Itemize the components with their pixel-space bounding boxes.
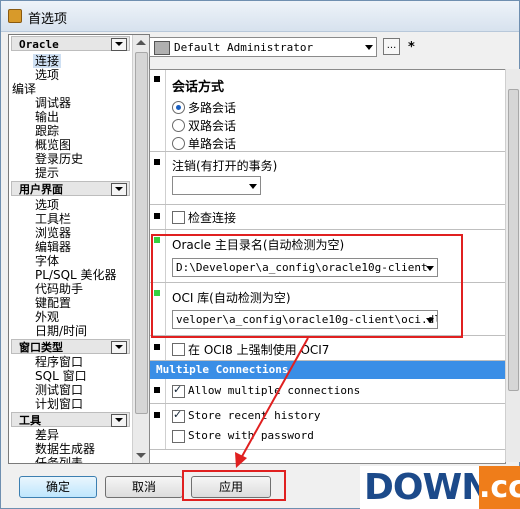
settings-scrollbar[interactable]: [505, 69, 520, 462]
default-marker: [154, 344, 160, 350]
sidebar-item[interactable]: 测试窗口: [35, 383, 83, 397]
highlight-box-paths: [151, 234, 463, 338]
sidebar-item[interactable]: 键配置: [35, 296, 71, 310]
default-marker: [154, 412, 160, 418]
sidebar-group-oracle[interactable]: Oracle: [11, 36, 130, 51]
app-icon: [8, 9, 22, 23]
radio-label: 双路会话: [188, 119, 237, 133]
sidebar-item[interactable]: 工具栏: [35, 212, 71, 226]
user-profile-icon: [154, 41, 170, 55]
sidebar-group-label: Oracle: [19, 38, 59, 51]
default-marker: [154, 76, 160, 82]
session-mode-row: 会话方式 多路会话 双路会话 单路会话: [150, 70, 505, 152]
watermark-text: DOWN: [364, 467, 491, 508]
sidebar-item[interactable]: 提示: [35, 166, 59, 180]
sidebar-item[interactable]: 字体: [35, 254, 59, 268]
cancel-button[interactable]: 取消: [105, 476, 183, 498]
sidebar-item[interactable]: PL/SQL 美化器: [35, 268, 117, 282]
session-mode-title: 会话方式: [172, 80, 225, 95]
logoff-title: 注销(有打开的事务): [172, 159, 278, 173]
watermark-logo: DOWN .cc: [360, 466, 520, 509]
sidebar-item[interactable]: 数据生成器: [35, 442, 95, 456]
check-connection-checkbox[interactable]: [172, 211, 185, 224]
sidebar-item[interactable]: 概览图: [35, 138, 71, 152]
sidebar-group-label: 窗口类型: [19, 341, 63, 354]
checkbox-label: Store with password: [188, 429, 314, 442]
sidebar-item[interactable]: 日期/时间: [35, 324, 87, 338]
highlight-box-apply: [182, 470, 286, 501]
collapse-icon[interactable]: [111, 414, 127, 427]
sidebar-item[interactable]: 调试器: [35, 96, 71, 110]
section-multiple-connections: Multiple Connections: [150, 361, 505, 379]
collapse-icon[interactable]: [111, 341, 127, 354]
title-bar: 首选项: [1, 1, 519, 32]
store-password-checkbox[interactable]: [172, 430, 185, 443]
logoff-row: 注销(有打开的事务): [150, 152, 505, 205]
history-row: Store recent history Store with password: [150, 404, 505, 450]
sidebar-item[interactable]: 计划窗口: [35, 397, 83, 411]
sidebar-group-ui[interactable]: 用户界面: [11, 181, 130, 196]
sidebar-scrollbar[interactable]: [132, 35, 149, 463]
radio-dual-session[interactable]: [172, 119, 185, 132]
sidebar-item[interactable]: SQL 窗口: [35, 369, 87, 383]
check-connection-row: 检查连接: [150, 205, 505, 230]
radio-single-session[interactable]: [172, 137, 185, 150]
logoff-select[interactable]: [172, 176, 261, 195]
checkbox-label: Store recent history: [188, 409, 321, 422]
force-oci7-checkbox[interactable]: [172, 343, 185, 356]
window-title: 首选项: [28, 12, 68, 27]
sidebar-category-compile[interactable]: 编译: [12, 82, 36, 96]
modified-indicator: *: [408, 40, 415, 55]
profile-value: Default Administrator: [174, 41, 314, 54]
scroll-thumb[interactable]: [508, 89, 519, 391]
sidebar-item[interactable]: 浏览器: [35, 226, 71, 240]
default-marker: [154, 213, 160, 219]
default-marker: [154, 387, 160, 393]
checkbox-label: Allow multiple connections: [188, 384, 361, 397]
checkbox-label: 在 OCI8 上强制使用 OCI7: [188, 343, 330, 357]
radio-label: 单路会话: [188, 137, 237, 151]
scroll-up-icon[interactable]: [136, 40, 146, 45]
allow-multiple-checkbox[interactable]: [172, 383, 185, 398]
radio-label: 多路会话: [188, 101, 237, 115]
sidebar-item-connection[interactable]: 连接: [33, 54, 62, 68]
scroll-thumb[interactable]: [135, 52, 148, 414]
sidebar-group-window-types[interactable]: 窗口类型: [11, 339, 130, 354]
collapse-icon[interactable]: [111, 183, 127, 196]
chevron-down-icon[interactable]: [249, 184, 257, 189]
profile-more-button[interactable]: ...: [383, 38, 400, 55]
sidebar-item[interactable]: 选项: [35, 198, 59, 212]
scroll-down-icon[interactable]: [136, 453, 146, 458]
allow-multiple-row: Allow multiple connections: [150, 379, 505, 404]
sidebar-item[interactable]: 输出: [35, 110, 59, 124]
watermark-suffix: .cc: [479, 466, 520, 509]
sidebar-item[interactable]: 差异: [35, 428, 59, 442]
sidebar-item[interactable]: 任务列表: [35, 456, 83, 463]
sidebar-item[interactable]: 跟踪: [35, 124, 59, 138]
chevron-down-icon[interactable]: [365, 45, 373, 50]
store-recent-checkbox[interactable]: [172, 408, 185, 423]
checkbox-label: 检查连接: [188, 211, 237, 225]
radio-multi-session[interactable]: [172, 101, 185, 114]
default-marker: [154, 159, 160, 165]
sidebar-group-label: 用户界面: [19, 183, 63, 196]
profile-select[interactable]: Default Administrator: [149, 37, 377, 57]
collapse-icon[interactable]: [111, 38, 127, 51]
sidebar-item[interactable]: 外观: [35, 310, 59, 324]
sidebar-group-tools[interactable]: 工具: [11, 412, 130, 427]
force-oci7-row: 在 OCI8 上强制使用 OCI7: [150, 336, 505, 361]
sidebar-item[interactable]: 代码助手: [35, 282, 83, 296]
sidebar: Oracle 连接 选项 编译 调试器 输出 跟踪 概览图 登录历史 提示 用户…: [8, 34, 150, 464]
sidebar-item[interactable]: 编辑器: [35, 240, 71, 254]
sidebar-item[interactable]: 程序窗口: [35, 355, 83, 369]
sidebar-group-label: 工具: [19, 414, 41, 427]
ok-button[interactable]: 确定: [19, 476, 97, 498]
sidebar-item[interactable]: 登录历史: [35, 152, 83, 166]
sidebar-item-options[interactable]: 选项: [35, 68, 59, 82]
